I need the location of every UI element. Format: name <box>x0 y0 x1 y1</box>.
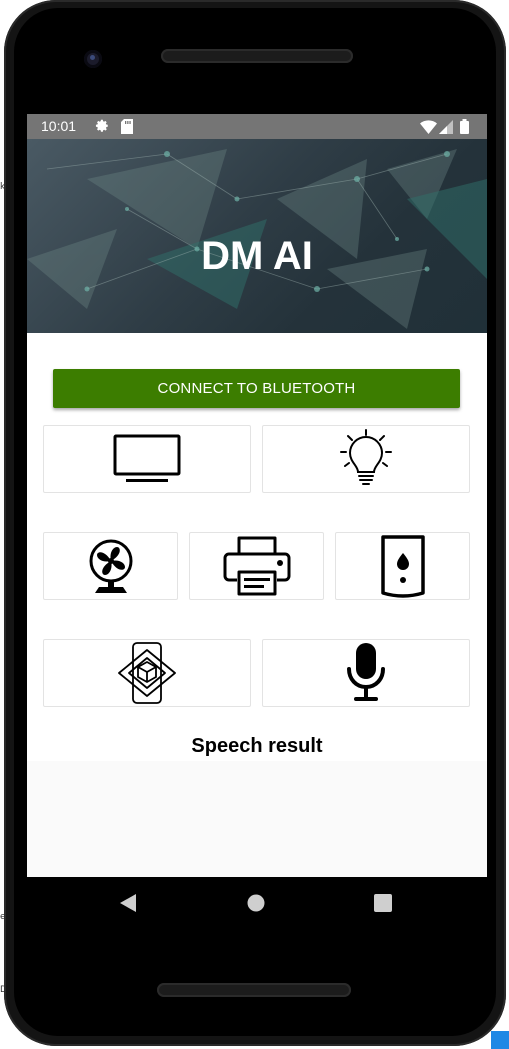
microphone-icon <box>345 641 387 705</box>
status-bar: 10:01 <box>27 114 487 139</box>
light-bulb-icon <box>338 428 394 490</box>
tv-button[interactable] <box>43 425 251 493</box>
main-content: CONNECT TO BLUETOOTH Speech result <box>27 333 487 877</box>
front-camera-icon <box>84 50 102 68</box>
settings-icon <box>95 119 110 138</box>
tv-icon <box>112 433 182 485</box>
header-banner: DM AI <box>27 139 487 333</box>
earpiece-speaker <box>161 49 353 63</box>
signal-icon <box>439 119 453 138</box>
printer-icon <box>222 535 292 597</box>
recents-icon[interactable] <box>374 894 392 916</box>
sd-card-icon <box>121 119 133 138</box>
bottom-speaker <box>157 983 351 997</box>
status-time: 10:01 <box>41 118 77 134</box>
water-heater-icon <box>377 533 429 599</box>
app-screen: 10:01 DM AI CONNECT TO BLUETOOTH Speech … <box>27 114 487 877</box>
water-heater-button[interactable] <box>335 532 470 600</box>
speech-result-label: Speech result <box>191 735 323 757</box>
ar-phone-icon <box>115 640 179 706</box>
printer-button[interactable] <box>189 532 324 600</box>
fan-icon <box>85 537 137 595</box>
home-icon[interactable] <box>247 894 265 916</box>
light-bulb-button[interactable] <box>262 425 470 493</box>
app-title: DM AI <box>201 234 313 278</box>
battery-icon <box>460 119 469 138</box>
speech-result-area <box>27 761 487 877</box>
fan-button[interactable] <box>43 532 178 600</box>
connect-bluetooth-button[interactable]: CONNECT TO BLUETOOTH <box>53 369 460 408</box>
wifi-icon <box>420 119 437 138</box>
microphone-button[interactable] <box>262 639 470 707</box>
back-icon[interactable] <box>119 893 137 917</box>
ar-view-button[interactable] <box>43 639 251 707</box>
corner-badge <box>491 1031 509 1049</box>
